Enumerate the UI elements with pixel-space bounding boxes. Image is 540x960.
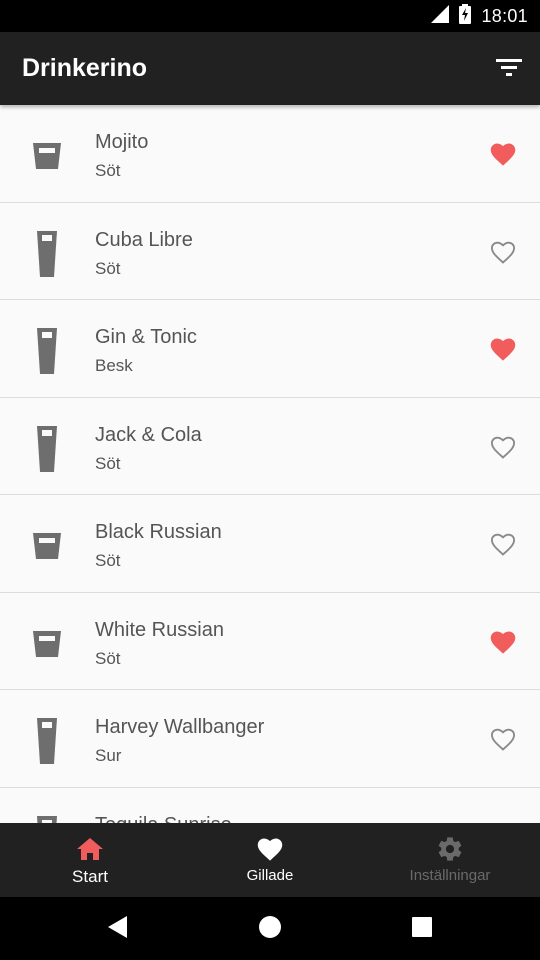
rocks-glass-icon: [24, 619, 70, 669]
clock: 18:01: [481, 5, 528, 26]
highball-glass-icon: [24, 229, 70, 279]
signal-icon: [431, 4, 450, 28]
drink-name: White Russian: [95, 618, 224, 641]
nav-gillade-label: Gillade: [246, 867, 294, 884]
nav-installningar[interactable]: Inställningar: [360, 823, 540, 897]
highball-glass-icon: [24, 326, 70, 376]
nav-installningar-label: Inställningar: [409, 867, 491, 884]
highball-glass-icon: [24, 716, 70, 766]
drink-taste: Söt: [95, 258, 121, 278]
drink-taste: Besk: [95, 356, 133, 375]
drink-name: Tequila Sunrise: [95, 814, 232, 824]
nav-start-label: Start: [72, 867, 108, 886]
list-item[interactable]: Tequila Sunrise: [0, 788, 540, 824]
favorite-outline-icon[interactable]: [488, 530, 518, 558]
home-button[interactable]: [256, 915, 284, 943]
filter-icon: [496, 57, 522, 82]
drink-taste: Söt: [95, 551, 121, 570]
drink-taste: Sur: [95, 746, 122, 765]
drink-list[interactable]: Mojito Söt Cuba Libre Söt Gin & Tonic Besk Jac…: [0, 105, 540, 823]
rocks-glass-icon: [24, 131, 70, 181]
drink-name: Black Russian: [95, 521, 222, 543]
drink-name: Jack & Cola: [95, 423, 202, 446]
favorite-outline-icon[interactable]: [488, 433, 518, 461]
recents-button[interactable]: [408, 915, 436, 943]
highball-glass-icon: [24, 424, 70, 474]
list-item[interactable]: Jack & Cola Söt: [0, 398, 540, 495]
bottom-navigation: Start Gillade Inställningar: [0, 823, 540, 897]
status-bar: 18:01: [0, 0, 540, 32]
heart-icon: [256, 835, 284, 863]
drink-name: Mojito: [95, 131, 149, 153]
back-icon: [107, 915, 129, 944]
app-bar: Drinkerino: [0, 32, 540, 105]
favorite-outline-icon[interactable]: [488, 238, 518, 266]
drink-name: Cuba Libre: [95, 228, 193, 251]
app-title: Drinkerino: [22, 54, 148, 82]
nav-start[interactable]: Start: [0, 823, 180, 897]
drink-taste: Söt: [95, 161, 121, 180]
list-item[interactable]: Mojito Söt: [0, 105, 540, 203]
home-icon: [76, 835, 104, 863]
list-item[interactable]: Cuba Libre Söt: [0, 203, 540, 300]
recents-icon: [411, 916, 433, 943]
nav-gillade[interactable]: Gillade: [180, 823, 360, 897]
battery-charging-icon: [459, 3, 472, 29]
system-navigation-bar: [0, 897, 540, 960]
favorite-filled-icon[interactable]: [488, 335, 518, 363]
filter-button[interactable]: [494, 54, 524, 84]
back-button[interactable]: [104, 915, 132, 943]
drink-name: Gin & Tonic: [95, 326, 197, 348]
favorite-outline-icon[interactable]: [488, 725, 518, 753]
drink-taste: Söt: [95, 453, 121, 473]
drink-name: Harvey Wallbanger: [95, 716, 265, 738]
list-item[interactable]: Gin & Tonic Besk: [0, 300, 540, 398]
highball-glass-icon: [24, 814, 70, 823]
list-item[interactable]: White Russian Söt: [0, 593, 540, 690]
favorite-filled-icon[interactable]: [488, 628, 518, 656]
list-item[interactable]: Harvey Wallbanger Sur: [0, 690, 540, 788]
rocks-glass-icon: [24, 521, 70, 571]
gear-icon: [436, 835, 464, 863]
list-item[interactable]: Black Russian Söt: [0, 495, 540, 593]
drink-taste: Söt: [95, 648, 121, 668]
favorite-filled-icon[interactable]: [488, 140, 518, 168]
home-circle-icon: [258, 915, 282, 944]
